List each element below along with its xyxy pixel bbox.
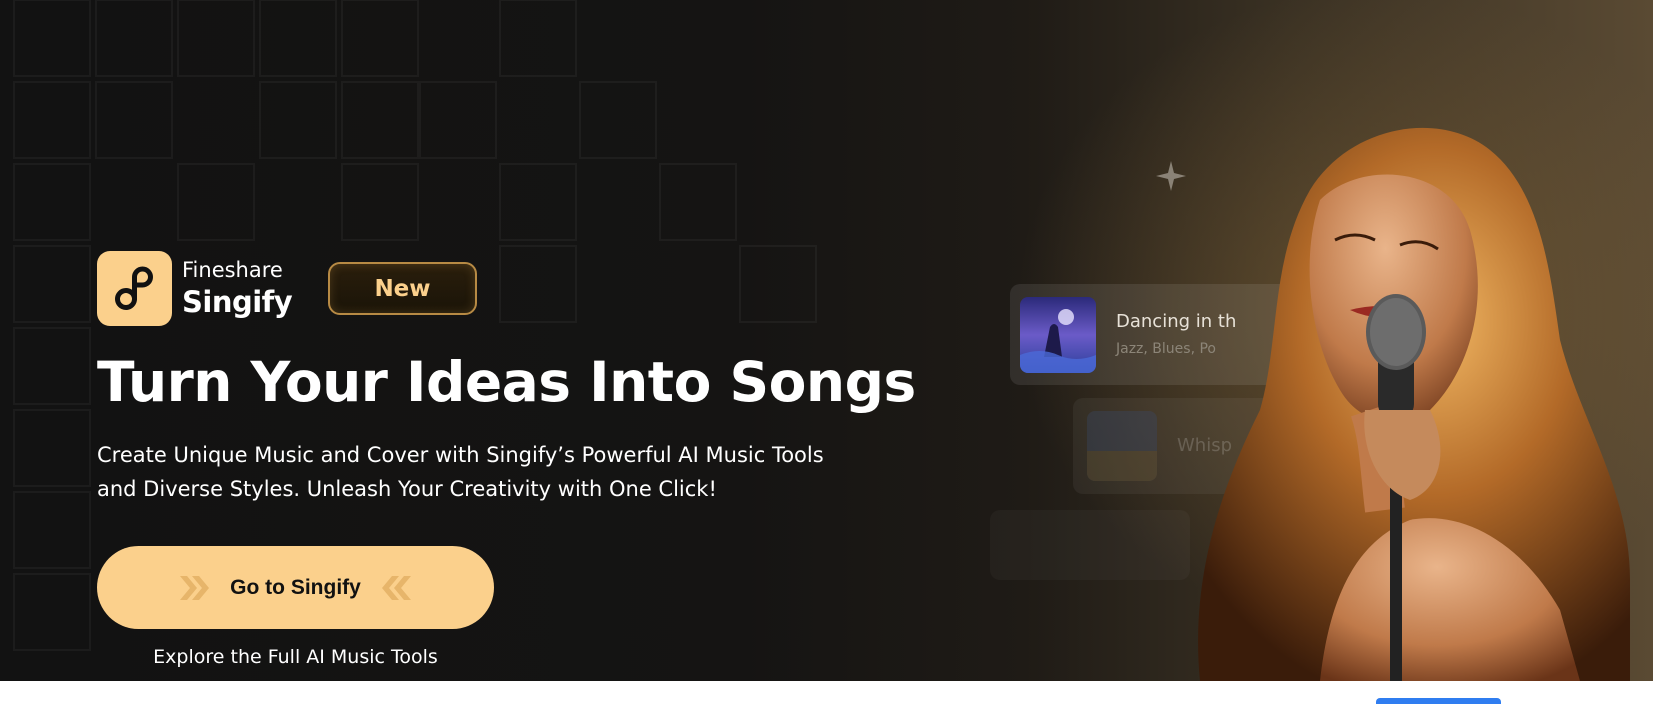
brand-name-line2: Singify [182, 284, 293, 319]
double-chevron-left-icon [379, 574, 413, 602]
brand[interactable]: Fineshare Singify [97, 251, 293, 326]
song-cover-image [1087, 411, 1157, 481]
song-cover-image [1020, 296, 1096, 373]
hero-description-line2: and Diverse Styles. Unleash Your Creativ… [97, 477, 717, 501]
hero-description: Create Unique Music and Cover with Singi… [97, 438, 917, 506]
music-note-logo-icon [97, 251, 172, 326]
cta-subtitle: Explore the Full AI Music Tools [153, 646, 438, 668]
brand-name: Fineshare Singify [182, 257, 293, 321]
hero-banner: Fineshare Singify New Turn Your Ideas In… [0, 0, 1653, 681]
go-to-singify-label: Go to Singify [230, 575, 361, 599]
go-to-singify-button[interactable]: Go to Singify [97, 546, 494, 629]
new-badge: New [328, 262, 477, 315]
new-badge-label: New [374, 275, 431, 302]
bottom-right-button[interactable] [1376, 698, 1501, 704]
brand-name-line1: Fineshare [182, 257, 283, 282]
hero-description-line1: Create Unique Music and Cover with Singi… [97, 443, 824, 467]
page-title: Turn Your Ideas Into Songs [97, 350, 916, 414]
double-chevron-right-icon [178, 574, 212, 602]
singer-image [1198, 127, 1630, 681]
